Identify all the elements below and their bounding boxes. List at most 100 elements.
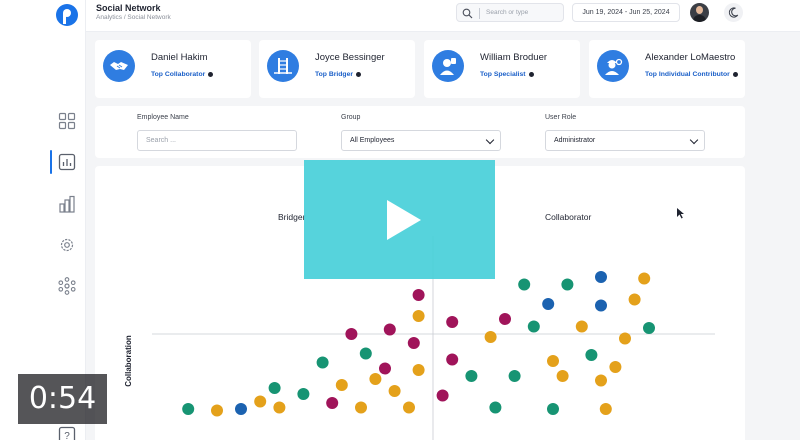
scatter-point-green[interactable] [508, 370, 521, 382]
gear-icon[interactable] [58, 236, 76, 254]
specialist-icon [432, 50, 464, 82]
user-role-label: User Role [545, 114, 577, 121]
info-icon[interactable] [732, 71, 738, 77]
bridge-icon [267, 50, 299, 82]
user-role-select-value: Administrator [554, 137, 596, 144]
grid-icon[interactable] [58, 112, 76, 130]
avatar[interactable] [690, 3, 709, 22]
breadcrumb: Analytics / Social Network [96, 14, 171, 21]
sidebar-active-indicator [50, 150, 52, 174]
scatter-point-orange[interactable] [575, 320, 588, 333]
global-search-input[interactable]: Search or type [456, 3, 564, 22]
video-play-button[interactable] [304, 160, 495, 279]
scatter-point-blue[interactable] [595, 271, 607, 283]
scatter-point-orange[interactable] [273, 401, 286, 414]
page-title: Social Network [96, 3, 161, 13]
scatter-point-purple[interactable] [326, 397, 339, 409]
scatter-point-orange[interactable] [335, 379, 348, 391]
card-role: Top Individual Contributor [645, 71, 738, 78]
search-icon [462, 8, 473, 19]
quadrant-label-bridger: Bridger [278, 212, 306, 222]
date-range-picker[interactable]: Jun 19, 2024 - Jun 25, 2024 [572, 3, 680, 22]
scatter-point-green[interactable] [465, 370, 478, 382]
video-duration-badge: 0:54 [18, 374, 107, 424]
quadrant-label-collaborator: Collaborator [545, 212, 591, 222]
scatter-point-orange[interactable] [388, 385, 401, 397]
scatter-point-purple[interactable] [345, 328, 358, 340]
scatter-point-orange[interactable] [595, 374, 607, 387]
top-bridger-card[interactable]: Joyce Bessinger Top Bridger [259, 40, 415, 98]
scatter-point-blue[interactable] [595, 299, 607, 312]
worker-icon [597, 50, 629, 82]
app-logo[interactable] [56, 4, 78, 26]
scatter-point-green[interactable] [297, 388, 310, 400]
info-icon[interactable] [356, 71, 362, 77]
scatter-point-orange[interactable] [484, 331, 497, 343]
scatter-point-green[interactable] [547, 403, 559, 415]
scatter-point-green[interactable] [518, 278, 531, 291]
scatter-point-purple[interactable] [407, 337, 420, 349]
scatter-point-orange[interactable] [211, 404, 223, 417]
group-select-value: All Employees [350, 137, 395, 144]
scatter-point-orange[interactable] [254, 395, 267, 408]
scatter-point-green[interactable] [561, 278, 574, 291]
handshake-icon [103, 50, 135, 82]
scatter-point-purple[interactable] [383, 323, 396, 336]
top-individual-contributor-card[interactable]: Alexander LoMaestro Top Individual Contr… [589, 40, 745, 98]
chart-icon[interactable] [58, 153, 76, 171]
scatter-point-blue[interactable] [235, 403, 247, 415]
scatter-point-purple[interactable] [412, 289, 425, 301]
info-icon[interactable] [528, 71, 534, 77]
svg-text:?: ? [64, 431, 70, 440]
group-label: Group [341, 114, 361, 121]
scatter-point-green[interactable] [316, 356, 329, 369]
scatter-point-blue[interactable] [542, 298, 555, 310]
play-icon [387, 200, 421, 240]
scatter-point-orange[interactable] [638, 272, 651, 285]
scatter-point-purple[interactable] [499, 313, 511, 325]
scatter-point-purple[interactable] [379, 362, 391, 375]
scatter-point-orange[interactable] [412, 364, 425, 376]
chevron-down-icon [689, 135, 699, 145]
help-icon[interactable]: ? [58, 426, 76, 440]
info-icon[interactable] [208, 71, 214, 77]
network-icon[interactable] [58, 277, 76, 295]
scatter-point-green[interactable] [182, 403, 195, 415]
card-name: Alexander LoMaestro [645, 52, 736, 63]
scatter-point-purple[interactable] [446, 316, 459, 328]
employee-search-input[interactable]: Search ... [137, 130, 297, 151]
scatter-point-purple[interactable] [436, 389, 449, 402]
top-collaborator-card[interactable]: Daniel Hakim Top Collaborator [95, 40, 251, 98]
card-name: Daniel Hakim [151, 52, 208, 63]
scatter-point-orange[interactable] [355, 401, 367, 414]
scatter-point-orange[interactable] [412, 310, 425, 322]
scatter-point-orange[interactable] [403, 401, 415, 414]
scatter-point-green[interactable] [585, 349, 598, 361]
card-role: Top Collaborator [151, 71, 214, 78]
scatter-point-orange[interactable] [547, 355, 559, 367]
y-axis-label: Collaboration [124, 335, 133, 387]
group-select[interactable]: All Employees [341, 130, 501, 151]
chevron-down-icon [485, 135, 495, 145]
scatter-point-green[interactable] [489, 401, 502, 414]
theme-toggle-button[interactable] [724, 3, 743, 22]
user-role-select[interactable]: Administrator [545, 130, 705, 151]
scatter-point-orange[interactable] [628, 293, 641, 306]
top-header: Social Network Analytics / Social Networ… [86, 0, 800, 32]
scatter-point-orange[interactable] [369, 373, 382, 385]
scatter-point-green[interactable] [268, 382, 281, 394]
moon-icon [728, 7, 739, 18]
scatter-point-purple[interactable] [446, 353, 459, 366]
search-placeholder: Search or type [486, 9, 529, 16]
employee-name-label: Employee Name [137, 114, 189, 121]
scatter-point-green[interactable] [359, 347, 372, 360]
scatter-point-orange[interactable] [599, 403, 612, 415]
scatter-point-green[interactable] [643, 322, 655, 334]
bar-chart-icon[interactable] [58, 195, 76, 213]
scatter-point-orange[interactable] [556, 370, 569, 382]
scatter-point-orange[interactable] [609, 361, 622, 373]
scatter-point-green[interactable] [527, 320, 540, 333]
top-specialist-card[interactable]: William Broduer Top Specialist [424, 40, 580, 98]
scatter-points [182, 271, 655, 417]
scatter-point-orange[interactable] [619, 332, 631, 345]
